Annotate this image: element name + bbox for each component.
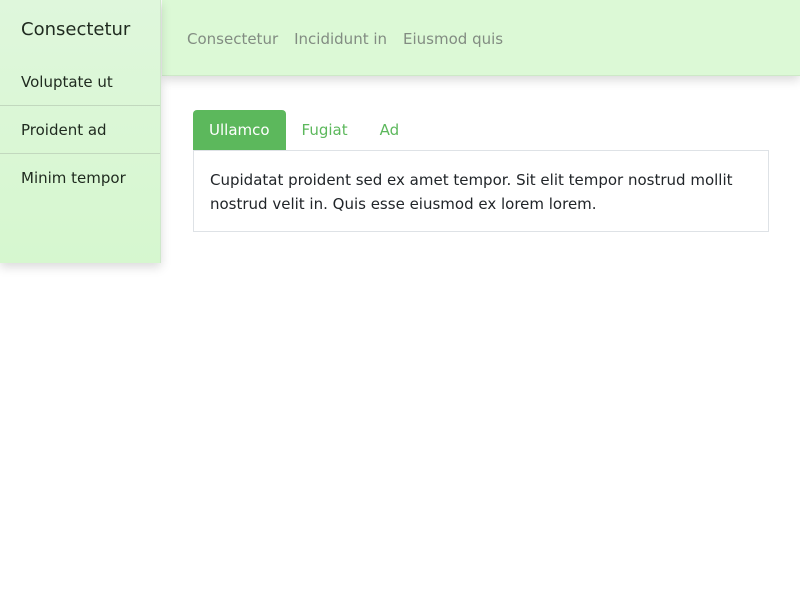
top-nav-links: Consectetur Incididunt in Eiusmod quis bbox=[162, 0, 800, 76]
sidebar-brand[interactable]: Consectetur bbox=[0, 0, 160, 58]
tab-ullamco[interactable]: Ullamco bbox=[193, 110, 286, 150]
nav-link-eiusmod-quis[interactable]: Eiusmod quis bbox=[395, 30, 511, 48]
top-navbar: Consectetur Incididunt in Eiusmod quis bbox=[162, 0, 800, 76]
sidebar-item-minim-tempor[interactable]: Minim tempor bbox=[0, 153, 160, 201]
nav-link-incididunt-in[interactable]: Incididunt in bbox=[286, 30, 395, 48]
sidebar-item-voluptate-ut[interactable]: Voluptate ut bbox=[0, 58, 160, 105]
tab-panel-content: Cupidatat proident sed ex amet tempor. S… bbox=[193, 150, 769, 232]
sidebar: Consectetur Voluptate ut Proident ad Min… bbox=[0, 0, 161, 263]
tab-bar: Ullamco Fugiat Ad bbox=[193, 110, 415, 150]
nav-link-consectetur[interactable]: Consectetur bbox=[179, 30, 286, 48]
tab-fugiat[interactable]: Fugiat bbox=[286, 110, 364, 150]
sidebar-item-proident-ad[interactable]: Proident ad bbox=[0, 105, 160, 153]
tab-ad[interactable]: Ad bbox=[364, 110, 416, 150]
